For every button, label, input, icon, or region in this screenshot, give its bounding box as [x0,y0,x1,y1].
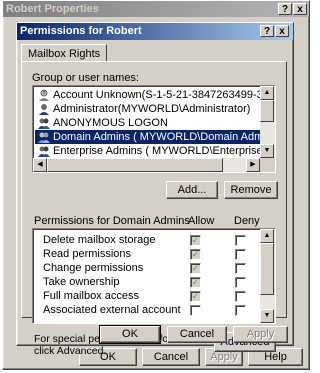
robert-properties-title-bar: Robert Properties [3,1,309,17]
scroll-hthumb[interactable] [47,158,223,172]
perm-scroll-up-icon[interactable]: ▲ [260,229,274,243]
svg-text:?: ? [43,91,46,97]
allow-checkbox[interactable] [190,305,201,316]
list-item-enterprise-admins[interactable]: Enterprise Admins ( MYWORLD\Enterprise A… [35,144,275,158]
outer-cancel-button[interactable]: Cancel [142,348,200,366]
scroll-thumb[interactable] [260,100,274,122]
permissions-title: Permissions for Robert [20,25,142,37]
dialog-close-button[interactable]: x [275,25,289,37]
permissions-dialog: Permissions for Robert ? x Mailbox Right… [16,22,294,357]
deny-checkbox[interactable] [235,305,246,316]
deny-checkbox[interactable] [235,277,246,288]
deny-checkbox[interactable] [235,291,246,302]
deny-checkbox[interactable] [235,249,246,260]
perm-scroll-thumb[interactable] [260,243,274,295]
tab-mailbox-rights[interactable]: Mailbox Rights [21,44,108,62]
permission-row: Read permissions [43,248,132,260]
deny-checkbox[interactable] [235,235,246,246]
allow-checkbox[interactable]: ✓ [190,249,201,260]
allow-header: Allow [188,215,215,227]
group-icon [38,146,50,157]
permission-row: Take ownership [43,276,120,288]
allow-checkbox[interactable]: ✓ [190,291,201,302]
user-list[interactable]: ? Account Unknown(S-1-5-21-3847263499-38… [32,85,276,173]
permissions-list[interactable]: ▲ ▼ Delete mailbox storage ✓ Read permissi… [32,228,276,324]
allow-checkbox[interactable]: ✓ [190,277,201,288]
perm-scroll-down-icon[interactable]: ▼ [260,309,274,323]
unknown-account-icon: ? [39,89,49,101]
deny-header: Deny [234,215,260,227]
cancel-button[interactable]: Cancel [167,326,227,343]
permission-row: Delete mailbox storage [43,234,156,246]
user-list-hscrollbar[interactable]: ◀ ▶ [33,158,260,172]
deny-checkbox[interactable] [235,263,246,274]
permissions-title-bar: Permissions for Robert [17,23,293,40]
add-button[interactable]: Add... [166,181,218,199]
group-icon [38,118,50,129]
scroll-corner [260,158,275,172]
mailbox-rights-panel: Group or user names: ? Account Unknown(S… [21,61,287,357]
scroll-right-icon[interactable]: ▶ [246,158,260,172]
ok-button[interactable]: OK [99,325,161,344]
scroll-up-icon[interactable]: ▲ [260,86,274,100]
allow-checkbox[interactable]: ✓ [190,263,201,274]
list-item-account-unknown[interactable]: ? Account Unknown(S-1-5-21-3847263499-38… [35,88,275,102]
scroll-down-icon[interactable]: ▼ [260,144,274,158]
scroll-left-icon[interactable]: ◀ [33,158,47,172]
outer-close-button[interactable]: x [293,3,307,15]
special-permissions-text-2: click Advanced. [34,345,107,357]
robert-properties-title: Robert Properties [6,3,99,15]
user-icon [39,104,49,115]
list-item-anonymous-logon[interactable]: ANONYMOUS LOGON [35,116,275,130]
permission-row: Associated external account [43,304,181,316]
dialog-help-button[interactable]: ? [260,25,274,37]
permissions-vscrollbar[interactable]: ▲ ▼ [260,229,275,323]
tab-mailbox-rights-label: Mailbox Rights [28,48,101,60]
remove-button[interactable]: Remove [224,181,278,199]
group-or-user-label: Group or user names: [32,72,139,84]
user-list-vscrollbar[interactable]: ▲ ▼ [260,86,275,158]
permission-row: Change permissions [43,262,144,274]
permission-row: Full mailbox access [43,290,139,302]
list-item-administrator[interactable]: Administrator(MYWORLD\Administrator) [35,102,275,116]
list-item-domain-admins[interactable]: Domain Admins ( MYWORLD\Domain Admins) [35,130,275,144]
allow-checkbox[interactable]: ✓ [190,235,201,246]
apply-button[interactable]: Apply [233,326,288,343]
outer-help-button[interactable]: ? [278,3,292,15]
permissions-header: Permissions for Domain Admins [34,215,190,227]
group-icon [38,132,50,143]
